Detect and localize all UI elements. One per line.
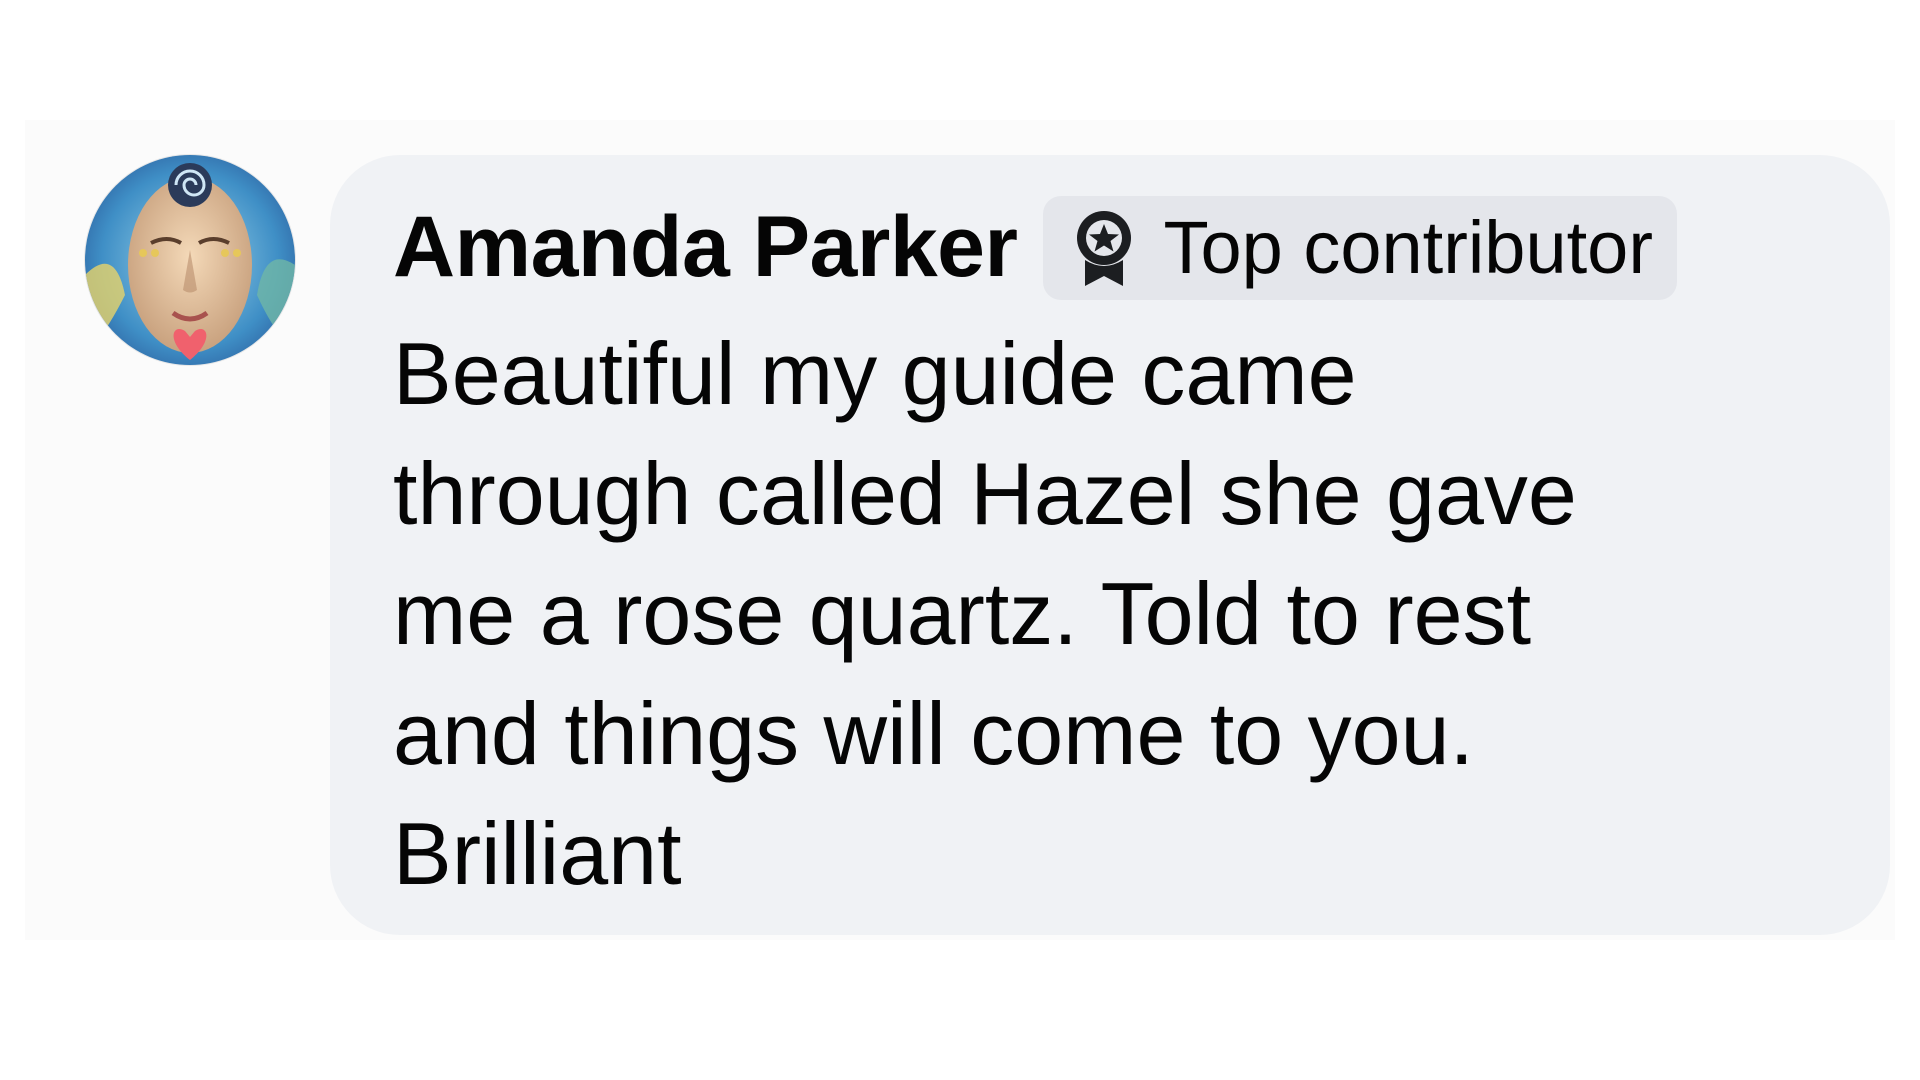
avatar-portrait-image [85,155,295,365]
comment-text: Beautiful my guide came through called H… [393,314,1813,914]
badge-label: Top contributor [1163,206,1653,289]
comment-screen: Amanda Parker Top contributor Beautiful … [0,0,1920,1080]
author-name[interactable]: Amanda Parker [393,198,1018,297]
avatar[interactable] [85,155,295,365]
comment-text-line: Beautiful my guide came [393,324,1357,423]
comment-bubble: Amanda Parker Top contributor Beautiful … [330,155,1890,935]
comment-text-line: me a rose quartz. Told to rest [393,564,1532,663]
comment-text-line: and things will come to you. [393,684,1475,783]
comment-text-line: through called Hazel she gave [393,444,1577,543]
award-ribbon-icon [1071,208,1137,288]
comment-header: Amanda Parker Top contributor [393,195,1890,300]
top-contributor-badge[interactable]: Top contributor [1043,195,1677,300]
comment-text-line: Brilliant [393,804,682,903]
